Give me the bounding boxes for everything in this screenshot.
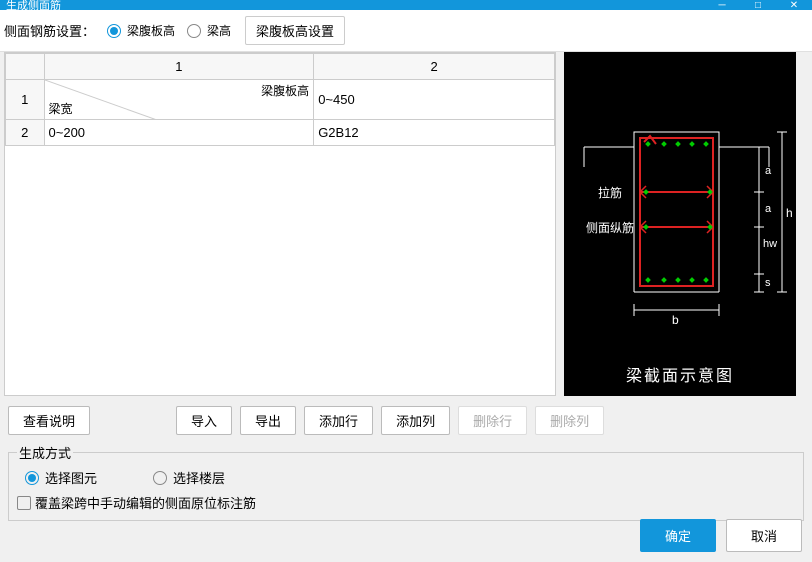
radio-select-element-label: 选择图元 <box>45 468 97 487</box>
svg-text:b: b <box>672 313 679 327</box>
setting-label: 侧面钢筋设置： <box>4 21 95 40</box>
ok-button[interactable]: 确定 <box>640 519 716 552</box>
add-row-button[interactable]: 添加行 <box>304 406 373 435</box>
radio-select-element[interactable] <box>25 471 39 485</box>
cell-1-2[interactable]: 0~450 <box>314 80 555 120</box>
checkbox-override[interactable] <box>17 496 31 510</box>
diag-top-label: 梁腹板高 <box>261 82 309 99</box>
generate-mode-legend: 生成方式 <box>17 443 73 462</box>
del-col-button[interactable]: 删除列 <box>535 406 604 435</box>
svg-text:s: s <box>765 277 771 289</box>
diag-bottom-label: 梁宽 <box>49 100 73 117</box>
cancel-button[interactable]: 取消 <box>726 519 802 552</box>
radio-select-floor-label: 选择楼层 <box>173 468 225 487</box>
svg-text:h: h <box>786 206 793 220</box>
radio-select-floor[interactable] <box>153 471 167 485</box>
data-grid[interactable]: 1 2 1 梁腹板高 梁宽 0~450 2 0~200 G2B12 <box>4 52 556 396</box>
cell-2-1[interactable]: 0~200 <box>44 120 314 146</box>
minimize-button[interactable]: ─ <box>704 0 740 10</box>
diag-header-cell: 梁腹板高 梁宽 <box>44 80 314 120</box>
radio-beam-web-height-label: 梁腹板高 <box>127 22 175 39</box>
maximize-button[interactable]: □ <box>740 0 776 10</box>
action-button-row: 查看说明 导入 导出 添加行 添加列 删除行 删除列 <box>0 396 812 443</box>
col-head-2[interactable]: 2 <box>314 54 555 80</box>
beam-web-height-config-button[interactable]: 梁腹板高设置 <box>245 16 345 45</box>
settings-toolbar: 侧面钢筋设置： 梁腹板高 梁高 梁腹板高设置 <box>0 10 812 52</box>
svg-text:a: a <box>765 165 772 177</box>
row-head-1[interactable]: 1 <box>6 80 45 120</box>
view-help-button[interactable]: 查看说明 <box>8 406 90 435</box>
title-bar: 生成侧面筋 ─ □ ✕ <box>0 0 812 10</box>
close-button[interactable]: ✕ <box>776 0 812 10</box>
cell-2-2[interactable]: G2B12 <box>314 120 555 146</box>
label-tie-bar: 拉筋 <box>598 185 622 200</box>
radio-beam-height[interactable] <box>187 24 201 38</box>
import-button[interactable]: 导入 <box>176 406 232 435</box>
col-head-1[interactable]: 1 <box>44 54 314 80</box>
add-col-button[interactable]: 添加列 <box>381 406 450 435</box>
svg-text:a: a <box>765 203 772 215</box>
grid-corner <box>6 54 45 80</box>
del-row-button[interactable]: 删除行 <box>458 406 527 435</box>
export-button[interactable]: 导出 <box>240 406 296 435</box>
label-side-bar: 侧面纵筋 <box>586 220 634 235</box>
diagram-caption: 梁截面示意图 <box>564 362 796 386</box>
generate-mode-group: 生成方式 选择图元 选择楼层 覆盖梁跨中手动编辑的侧面原位标注筋 <box>8 443 804 521</box>
radio-beam-web-height[interactable] <box>107 24 121 38</box>
radio-beam-height-label: 梁高 <box>207 22 231 39</box>
row-head-2[interactable]: 2 <box>6 120 45 146</box>
dialog-footer: 确定 取消 <box>640 519 802 552</box>
checkbox-override-label: 覆盖梁跨中手动编辑的侧面原位标注筋 <box>35 493 256 512</box>
window-title: 生成侧面筋 <box>6 0 61 10</box>
svg-text:hw: hw <box>763 238 777 250</box>
section-preview: 拉筋 侧面纵筋 a a hw s h b <box>564 52 796 396</box>
